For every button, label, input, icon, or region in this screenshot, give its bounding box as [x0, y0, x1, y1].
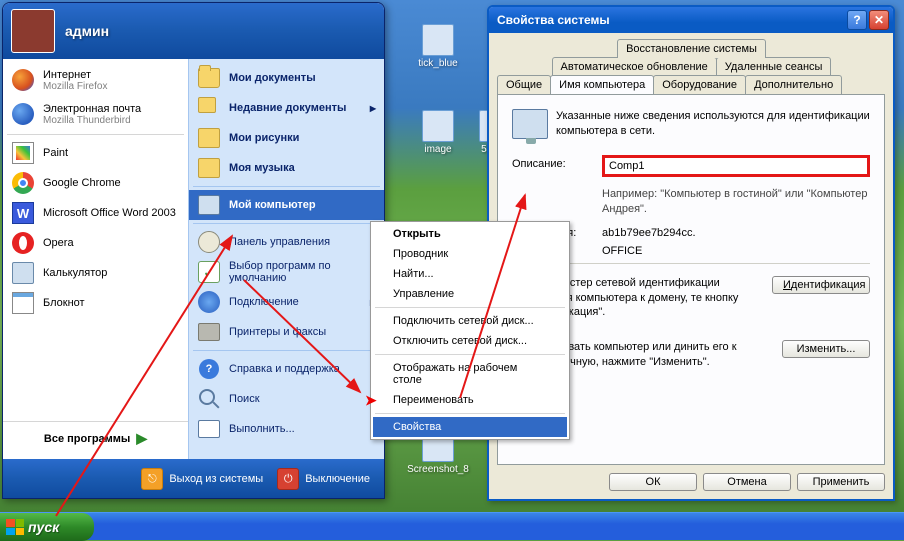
search-icon [199, 389, 219, 409]
ok-button[interactable]: ОК [609, 473, 697, 491]
start-item-notepad[interactable]: Блокнот [3, 288, 188, 318]
description-label: Описание: [512, 155, 594, 170]
start-item-opera[interactable]: Opera [3, 228, 188, 258]
start-item-paint[interactable]: Paint [3, 138, 188, 168]
notepad-icon [12, 292, 34, 314]
network-icon [198, 291, 220, 313]
start-item-my-pictures[interactable]: Мои рисунки [189, 123, 384, 153]
ctx-item-map-drive[interactable]: Подключить сетевой диск... [373, 311, 567, 331]
start-item-default-programs[interactable]: Выбор программ по умолчанию [189, 257, 384, 287]
change-button[interactable]: Изменить... [782, 340, 870, 358]
arrow-right-icon: ▶ [136, 430, 147, 447]
folder-icon [198, 68, 220, 88]
windows-logo-icon [6, 519, 24, 535]
dialog-titlebar[interactable]: Свойства системы ? ✕ [489, 7, 893, 33]
fullname-value: ab1b79ee7b294cc. [602, 227, 696, 239]
dialog-button-row: ОК Отмена Применить [497, 465, 885, 491]
desktop-icon-file[interactable]: tick_blue [403, 24, 473, 69]
start-item-chrome[interactable]: Google Chrome [3, 168, 188, 198]
tab-advanced[interactable]: Дополнительно [745, 75, 842, 94]
start-menu-footer: ⎋Выход из системы ⏻Выключение [3, 459, 384, 499]
cancel-button[interactable]: Отмена [703, 473, 791, 491]
tab-system-restore[interactable]: Восстановление системы [617, 39, 766, 58]
start-item-recent-documents[interactable]: Недавние документы▶ [189, 93, 384, 123]
power-icon: ⏻ [277, 468, 299, 490]
thunderbird-icon [12, 103, 34, 125]
tab-container: Восстановление системы Автоматическое об… [497, 39, 885, 94]
ctx-item-show-on-desktop[interactable]: Отображать на рабочем столе [373, 358, 567, 390]
turnoff-button[interactable]: ⏻Выключение [277, 468, 370, 490]
panel-intro-text: Указанные ниже сведения используются для… [556, 109, 870, 139]
control-panel-icon [198, 231, 220, 253]
start-menu-header: админ [3, 3, 384, 59]
chevron-right-icon: ▶ [370, 104, 376, 113]
tab-hardware[interactable]: Оборудование [653, 75, 746, 94]
file-icon [422, 110, 454, 142]
run-icon [198, 420, 220, 438]
start-item-help[interactable]: ?Справка и поддержка [189, 354, 384, 384]
ctx-item-manage[interactable]: Управление [373, 284, 567, 304]
music-folder-icon [198, 158, 220, 178]
tab-general[interactable]: Общие [497, 75, 551, 94]
logoff-icon: ⎋ [141, 468, 163, 490]
start-item-my-computer[interactable]: Мой компьютер [189, 190, 384, 220]
tab-computer-name[interactable]: Имя компьютера [550, 75, 654, 94]
desktop-icon-label: tick_blue [403, 58, 473, 69]
paint-icon [12, 142, 34, 164]
word-icon: W [12, 202, 34, 224]
close-button[interactable]: ✕ [869, 10, 889, 30]
start-item-email[interactable]: Электронная почтаMozilla Thunderbird [3, 97, 188, 131]
printer-icon [198, 323, 220, 341]
logoff-button[interactable]: ⎋Выход из системы [141, 468, 263, 490]
ctx-item-properties[interactable]: Свойства [373, 417, 567, 437]
help-button[interactable]: ? [847, 10, 867, 30]
calculator-icon [12, 262, 34, 284]
ctx-item-find[interactable]: Найти... [373, 264, 567, 284]
start-item-word[interactable]: WMicrosoft Office Word 2003 [3, 198, 188, 228]
start-item-connect[interactable]: Подключение▶ [189, 287, 384, 317]
start-item-search[interactable]: Поиск [189, 384, 384, 414]
ctx-item-open[interactable]: Открыть [373, 224, 567, 244]
start-item-run[interactable]: Выполнить... [189, 414, 384, 444]
start-item-my-documents[interactable]: Мои документы [189, 63, 384, 93]
my-computer-icon [198, 195, 220, 215]
taskbar: пуск [0, 512, 904, 540]
recent-docs-icon [198, 97, 220, 119]
chrome-icon [12, 172, 34, 194]
context-menu: Открыть Проводник Найти... Управление По… [370, 221, 570, 440]
user-avatar-icon [11, 9, 55, 53]
start-menu: админ ИнтернетMozilla Firefox Электронна… [2, 2, 385, 499]
description-hint: Например: "Компьютер в гостиной" или "Ко… [602, 187, 870, 217]
desktop-icon-label: Screenshot_8 [403, 464, 473, 475]
start-item-calc[interactable]: Калькулятор [3, 258, 188, 288]
file-icon [422, 24, 454, 56]
start-menu-left-column: ИнтернетMozilla Firefox Электронная почт… [3, 59, 188, 459]
ctx-item-rename[interactable]: Переименовать [373, 390, 567, 410]
network-id-button[interactable]: Идентификация [772, 276, 870, 294]
user-name: админ [65, 23, 109, 39]
dialog-title: Свойства системы [497, 13, 610, 27]
start-item-control-panel[interactable]: Панель управления [189, 227, 384, 257]
start-button[interactable]: пуск [0, 513, 94, 541]
computer-description-input[interactable] [602, 155, 870, 177]
start-menu-right-column: Мои документы Недавние документы▶ Мои ри… [188, 59, 384, 459]
tab-remote[interactable]: Удаленные сеансы [716, 57, 832, 76]
annotation-arrow-icon: ➤ [365, 392, 377, 409]
workgroup-value: OFFICE [602, 245, 642, 257]
ctx-item-explore[interactable]: Проводник [373, 244, 567, 264]
start-item-my-music[interactable]: Моя музыка [189, 153, 384, 183]
firefox-icon [12, 69, 34, 91]
apply-button[interactable]: Применить [797, 473, 885, 491]
start-item-printers[interactable]: Принтеры и факсы [189, 317, 384, 347]
opera-icon [12, 232, 34, 254]
tab-auto-update[interactable]: Автоматическое обновление [552, 57, 717, 76]
default-programs-icon [198, 261, 220, 283]
computer-icon [512, 109, 548, 139]
pictures-folder-icon [198, 128, 220, 148]
ctx-item-unmap-drive[interactable]: Отключить сетевой диск... [373, 331, 567, 351]
help-icon: ? [199, 359, 219, 379]
start-item-internet[interactable]: ИнтернетMozilla Firefox [3, 63, 188, 97]
start-item-all-programs[interactable]: Все программы▶ [3, 421, 188, 455]
